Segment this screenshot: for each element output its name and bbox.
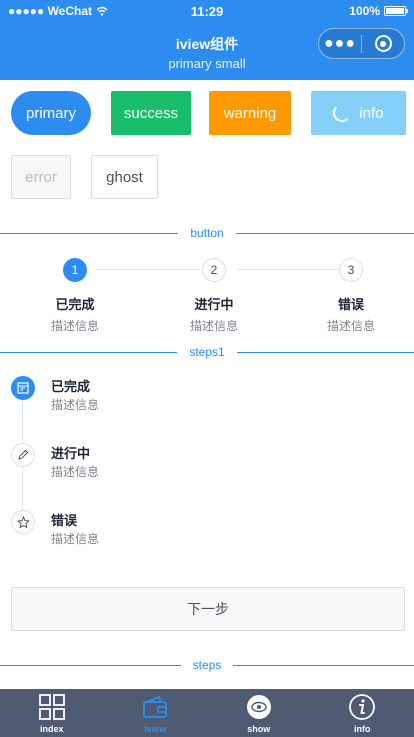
tab-info[interactable]: info bbox=[311, 689, 414, 737]
more-menu-button[interactable]: ●●● bbox=[319, 35, 361, 53]
carrier-signal: ●●●●● WeChat bbox=[8, 4, 108, 18]
tab-label: iview bbox=[144, 723, 167, 734]
tab-label: show bbox=[247, 723, 271, 734]
vertical-step-2: 进行中 描述信息 bbox=[11, 443, 99, 479]
step-title: 已完成 bbox=[51, 379, 91, 394]
primary-button[interactable]: primary bbox=[11, 91, 91, 135]
step-number: 3 bbox=[339, 258, 363, 282]
status-bar: ●●●●● WeChat 11:29 100% bbox=[0, 0, 414, 22]
loading-spinner-icon bbox=[333, 104, 352, 122]
tab-index[interactable]: index bbox=[0, 689, 104, 737]
step-title: 错误 bbox=[51, 513, 78, 528]
error-button-disabled: error bbox=[11, 155, 71, 199]
step-desc: 描述信息 bbox=[51, 465, 100, 479]
tab-label: index bbox=[39, 723, 64, 734]
step-desc: 描述信息 bbox=[51, 398, 100, 412]
document-icon bbox=[11, 376, 35, 400]
eye-icon bbox=[246, 694, 271, 719]
step-item-1: 1 已完成 描述信息 bbox=[15, 258, 135, 334]
vertical-step-1: 已完成 描述信息 bbox=[11, 376, 99, 412]
tab-label: info bbox=[354, 723, 371, 734]
edit-icon bbox=[11, 443, 35, 467]
battery-status: 100% bbox=[349, 4, 408, 18]
step-desc: 描述信息 bbox=[51, 532, 100, 546]
step-item-2: 2 进行中 描述信息 bbox=[154, 258, 274, 334]
nav-bar: iview组件 primary small ●●● bbox=[0, 22, 414, 80]
divider-button: button bbox=[0, 225, 414, 241]
tab-iview[interactable]: iview bbox=[104, 689, 208, 737]
mini-program-capsule: ●●● bbox=[318, 28, 405, 59]
ghost-button[interactable]: ghost bbox=[91, 155, 158, 199]
info-button[interactable]: info bbox=[311, 91, 406, 135]
step-desc: 描述信息 bbox=[189, 319, 238, 333]
vertical-step-3: 错误 描述信息 bbox=[11, 510, 99, 546]
star-icon bbox=[11, 510, 35, 534]
grid-icon bbox=[38, 693, 65, 720]
step-title: 进行中 bbox=[51, 446, 91, 461]
close-program-button[interactable] bbox=[362, 35, 404, 52]
battery-icon bbox=[384, 6, 408, 16]
step-desc: 描述信息 bbox=[326, 319, 375, 333]
step-item-3: 3 错误 描述信息 bbox=[291, 258, 411, 334]
warning-button[interactable]: warning bbox=[209, 91, 291, 135]
info-button-label: info bbox=[359, 104, 384, 122]
wallet-icon bbox=[143, 695, 168, 718]
info-icon bbox=[349, 693, 376, 720]
status-time: 11:29 bbox=[190, 3, 224, 19]
wifi-icon bbox=[96, 6, 108, 16]
step-number: 2 bbox=[202, 258, 226, 282]
tab-bar: index iview show info bbox=[0, 689, 414, 737]
target-icon bbox=[374, 35, 392, 52]
vertical-step-connector bbox=[22, 400, 23, 442]
divider-steps: steps bbox=[0, 657, 414, 673]
divider-steps1: steps1 bbox=[0, 344, 414, 360]
success-button[interactable]: success bbox=[111, 91, 191, 135]
step-desc: 描述信息 bbox=[50, 319, 99, 333]
step-title: 已完成 bbox=[55, 297, 95, 312]
step-title: 错误 bbox=[337, 297, 364, 312]
step-title: 进行中 bbox=[194, 297, 234, 312]
next-step-button[interactable]: 下一步 bbox=[11, 587, 405, 631]
step-number: 1 bbox=[63, 258, 87, 282]
vertical-step-connector bbox=[22, 467, 23, 510]
tab-show[interactable]: show bbox=[207, 689, 311, 737]
